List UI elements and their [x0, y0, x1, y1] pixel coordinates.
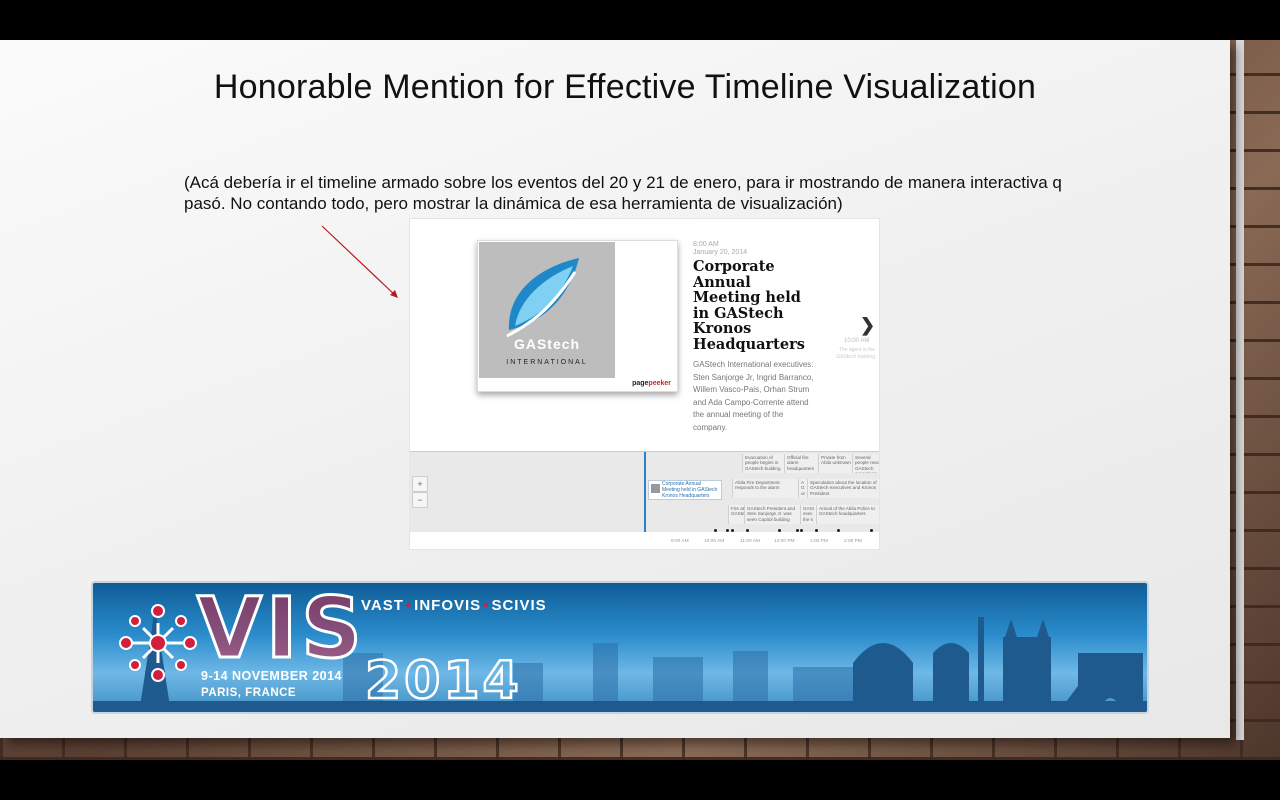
axis-event-dot [800, 529, 803, 532]
timeline-card[interactable]: Arrival of the Abila Police to GAStech h… [816, 505, 879, 524]
next-event-preview: The agent in the GAStech building [836, 347, 875, 360]
timeline-axis: 9:00 AM 10:00 AM 11:00 AM 12:00 PM 1:00 … [410, 529, 879, 549]
slide-title: Honorable Mention for Effective Timeline… [213, 68, 1037, 106]
timeline-navigator: + − Evacuation of people begins in GASte… [410, 451, 879, 549]
axis-event-dot [815, 529, 818, 532]
next-event-time: 10:00 AM [844, 338, 870, 344]
conference-list: VAST • INFOVIS • SCIVIS [361, 597, 547, 614]
conference-infovis: INFOVIS [414, 597, 482, 614]
axis-event-dot [870, 529, 873, 532]
event-thumbnail-icon [651, 484, 660, 493]
timeline-active-card[interactable]: Corporate Annual Meeting held in GAStech… [648, 480, 722, 500]
timeline-card[interactable]: GAStech President and Sten Sanjorge Jr. … [744, 505, 803, 524]
timeline-screenshot: GAStech INTERNATIONAL pagepeeker 8:00 AM… [409, 218, 880, 550]
zoom-out-icon[interactable]: − [412, 492, 428, 508]
timeline-current-marker [644, 452, 646, 532]
event-title: Corporate Annual Meeting held in GAStech… [693, 258, 805, 353]
event-time: 8:00 AM [693, 241, 719, 248]
conference-city: PARIS, FRANCE [201, 687, 297, 699]
gastech-leaf-icon [506, 258, 579, 338]
vis-logo: VIS [196, 581, 366, 677]
logo-subtitle: INTERNATIONAL [506, 359, 588, 366]
vis2014-banner: VIS VIS 2014 VAST • INFOVIS • SCIVIS 9-14 NO… [91, 581, 1149, 714]
next-event-button[interactable]: ❯ [860, 315, 875, 336]
timeline-card[interactable]: Abila Fire Department responds to the al… [732, 479, 799, 498]
axis-event-dot [837, 529, 840, 532]
axis-event-dot [796, 529, 799, 532]
pointer-arrow-icon [321, 225, 398, 298]
timeline-card[interactable]: Private from Abila unknown [818, 454, 855, 473]
logo-word: GAStech [513, 336, 581, 352]
axis-tick-label: 9:00 AM [671, 539, 689, 544]
axis-tick-label: 2:00 PM [844, 539, 862, 544]
conference-vast: VAST [361, 597, 404, 614]
timeline-card[interactable]: Speculation about the location of GAStec… [807, 479, 879, 498]
event-date: January 20, 2014 [693, 249, 748, 256]
event-media-card: GAStech INTERNATIONAL pagepeeker [477, 240, 678, 392]
timeline-card[interactable]: Official fire alarm headquarters [784, 454, 821, 473]
axis-event-dot [731, 529, 734, 532]
axis-tick-label: 12:00 PM [774, 539, 795, 544]
axis-tick-label: 10:00 AM [704, 539, 725, 544]
axis-event-dot [714, 529, 717, 532]
conference-scivis: SCIVIS [491, 597, 547, 614]
axis-event-dot [726, 529, 729, 532]
slide-note: (Acá debería ir el timeline armado sobre… [184, 173, 1062, 213]
conference-dates: 9-14 NOVEMBER 2014 [201, 669, 343, 683]
timeline-card[interactable]: Evacuation of people begins in GAStech b… [742, 454, 787, 473]
event-description: GAStech International executives: Sten S… [693, 360, 814, 432]
timeline-card[interactable]: Several people reach GAStech executives [852, 454, 879, 473]
axis-event-dot [746, 529, 749, 532]
slide-edge [1236, 40, 1244, 740]
axis-event-dot [778, 529, 781, 532]
zoom-in-icon[interactable]: + [412, 476, 428, 492]
vis-year: 2014 [364, 651, 522, 711]
axis-tick-label: 11:00 AM [740, 539, 760, 544]
axis-tick-label: 1:00 PM [810, 539, 828, 544]
gastech-logo: GAStech INTERNATIONAL [479, 242, 615, 378]
pagepeeker-watermark: pagepeeker [632, 380, 671, 387]
